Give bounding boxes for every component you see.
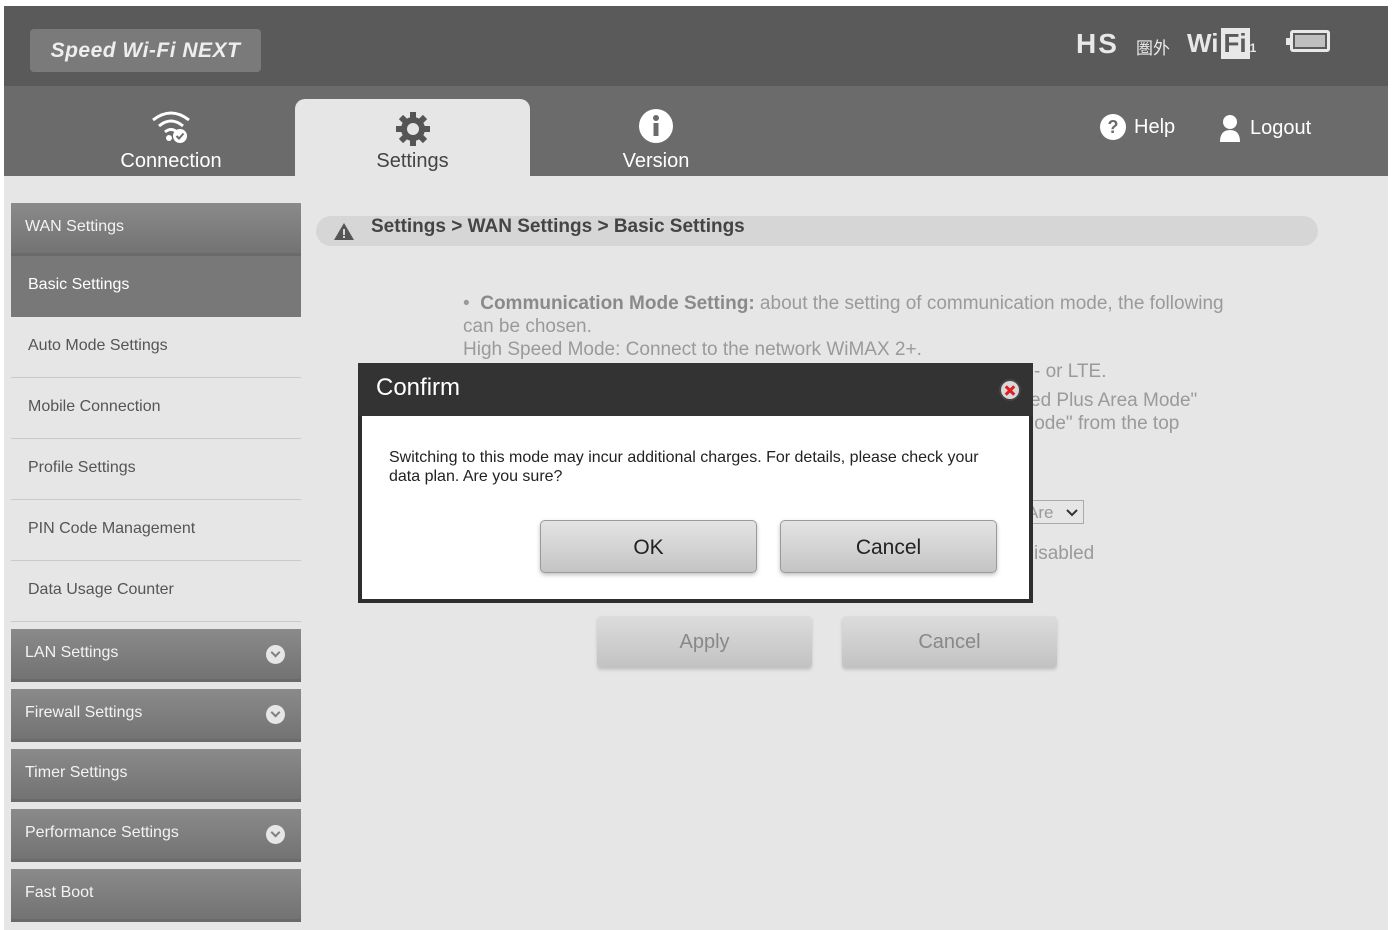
modal-overlay: Confirm Switching to this mode may incur… [4,6,1388,930]
ok-button[interactable]: OK [540,520,757,573]
page-frame: Speed Wi-Fi NEXT HS 圏外 Wi Fi 1 Connection … [4,6,1388,930]
dialog-message: Switching to this mode may incur additio… [389,449,979,485]
dialog-title-bar: Confirm [358,363,1033,416]
dialog-title: Confirm [376,374,461,401]
confirm-dialog: Confirm Switching to this mode may incur… [358,363,1033,603]
dialog-cancel-button[interactable]: Cancel [780,520,997,573]
close-icon[interactable] [999,379,1021,401]
